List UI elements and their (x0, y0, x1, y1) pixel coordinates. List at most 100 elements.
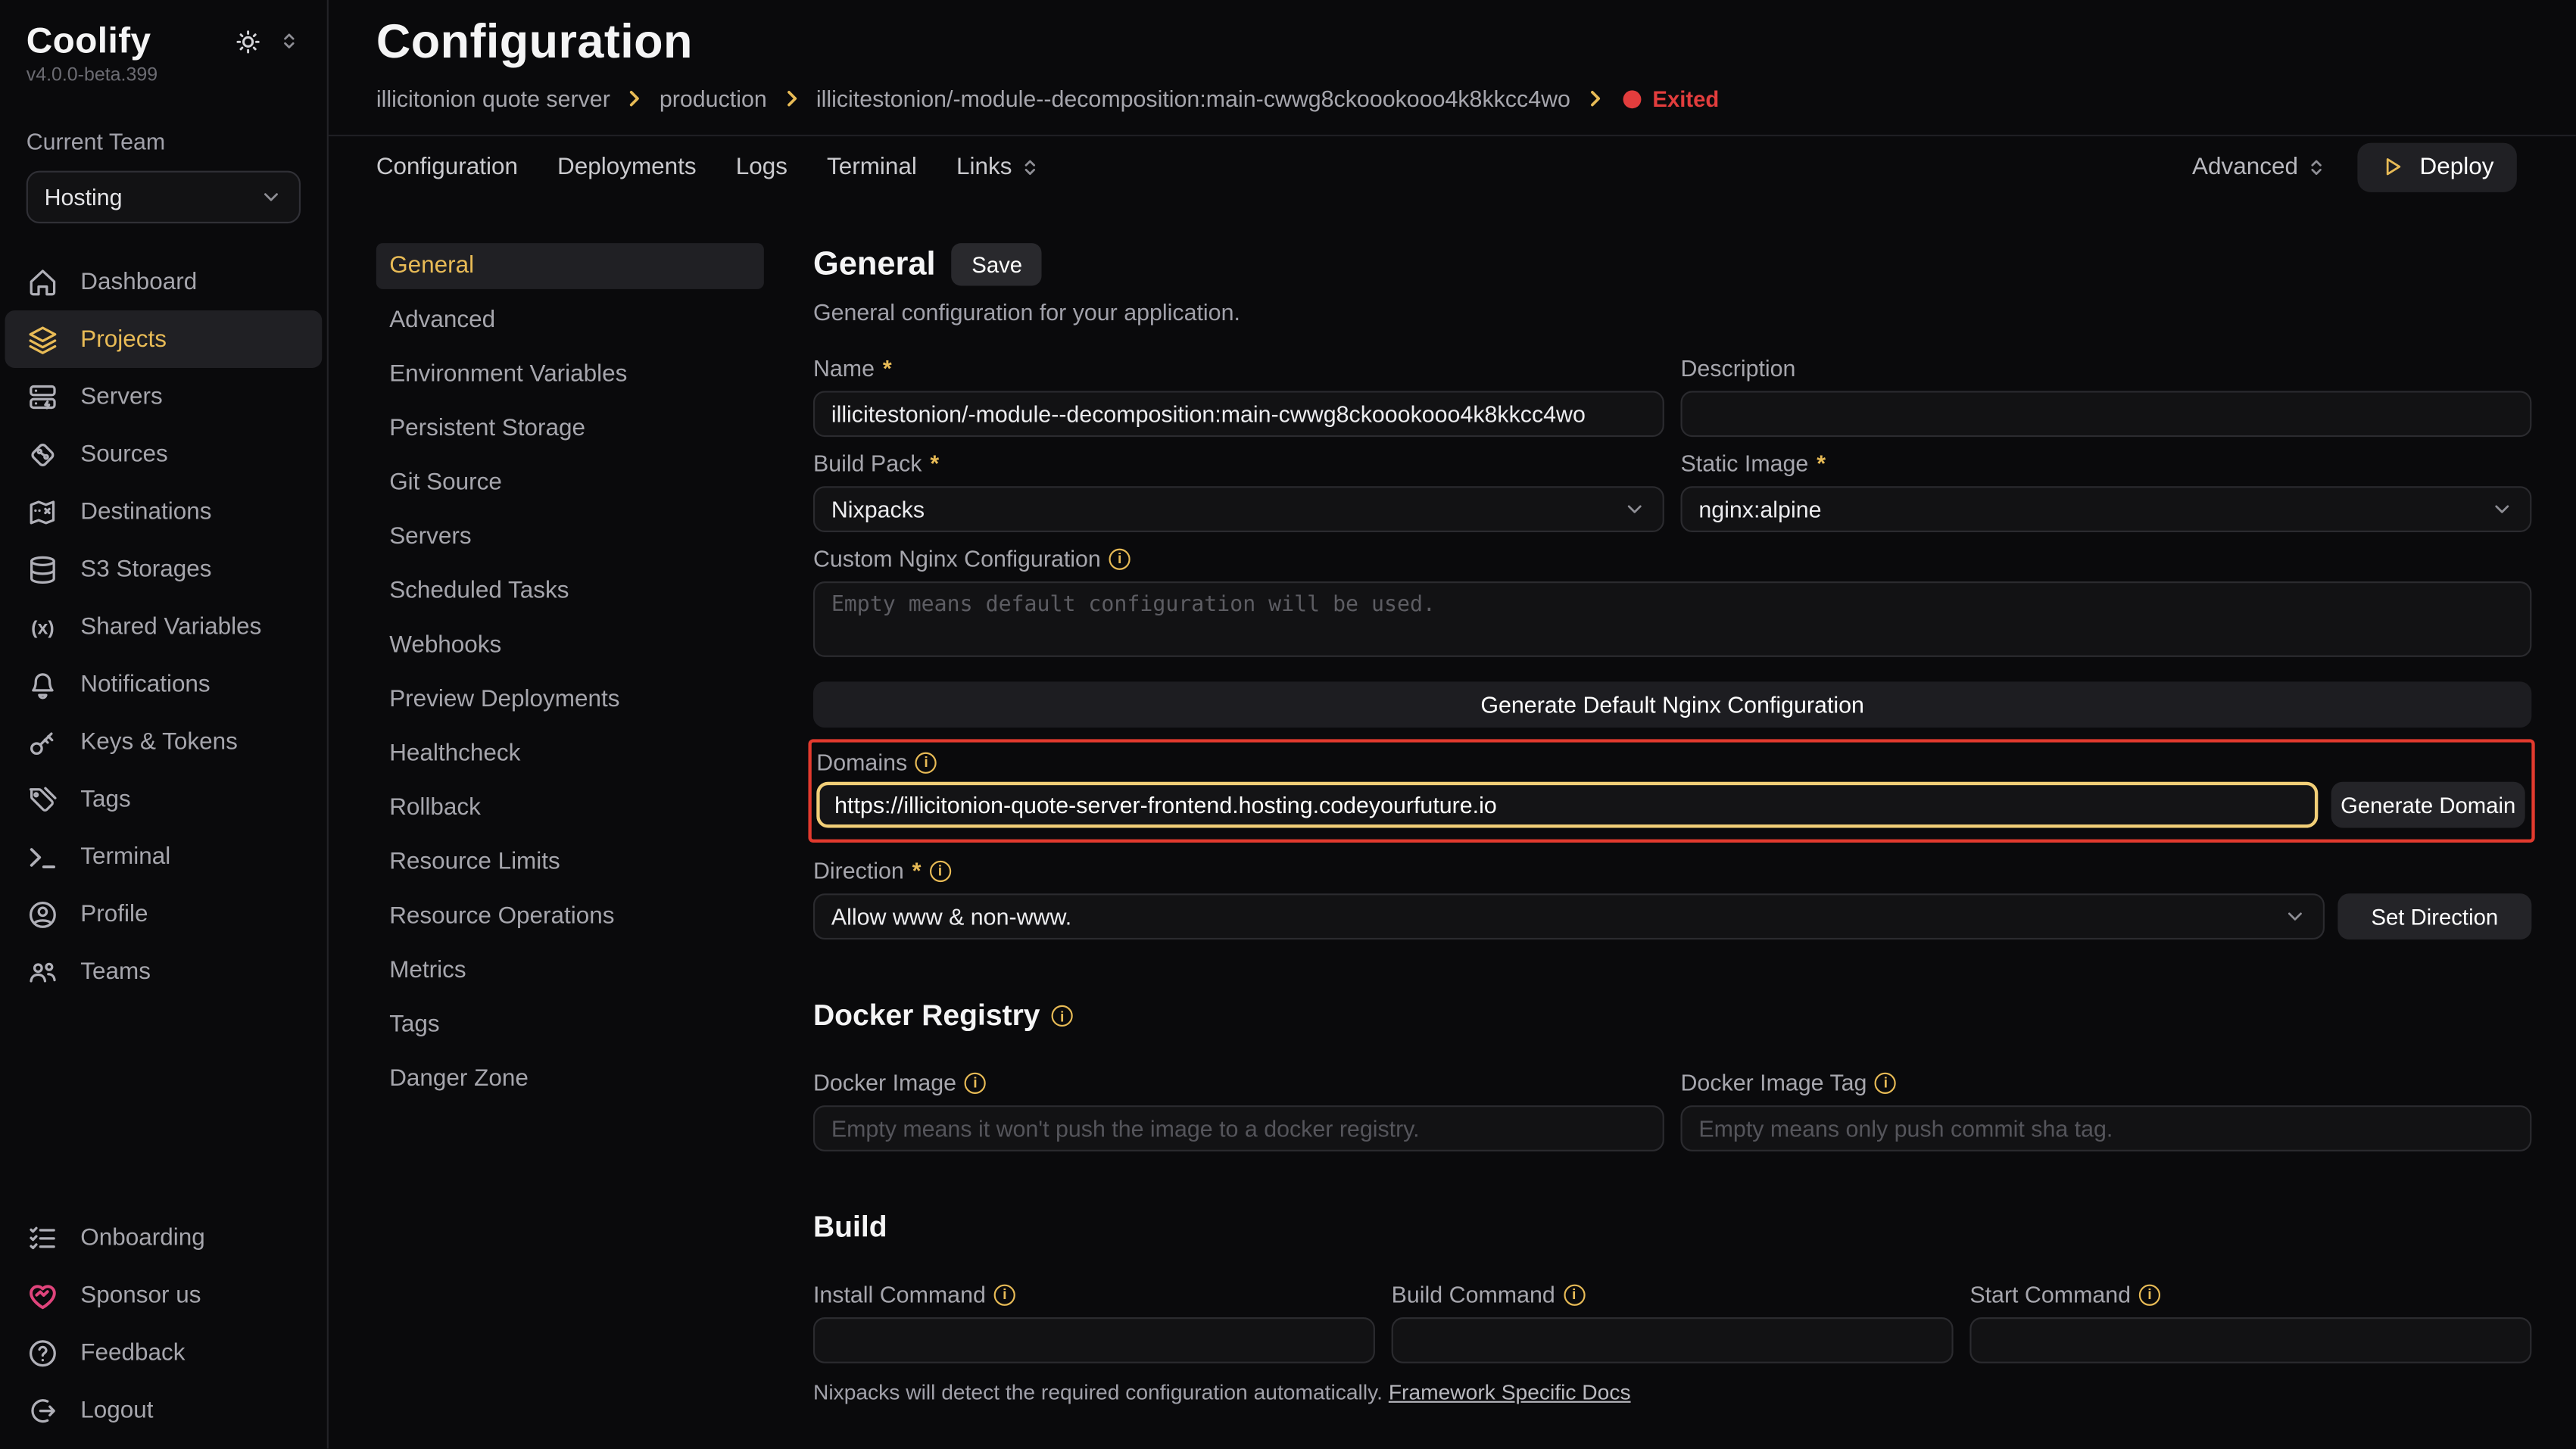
chevrons-up-down-icon[interactable] (278, 30, 301, 52)
sidebar-item-logout[interactable]: Logout (0, 1382, 327, 1439)
sidebar-item-label: Sources (80, 441, 167, 468)
sidebar-item-dashboard[interactable]: Dashboard (0, 253, 327, 310)
build-pack-select[interactable]: Nixpacks (813, 486, 1664, 532)
docker-image-label: Docker Image (813, 1069, 956, 1095)
config-nav-resource-limits[interactable]: Resource Limits (376, 840, 764, 886)
static-image-label: Static Image (1681, 450, 1809, 476)
sidebar-item-label: Logout (80, 1397, 153, 1423)
sidebar-item-notifications[interactable]: Notifications (0, 656, 327, 713)
map-icon (27, 495, 59, 528)
advanced-dropdown[interactable]: Advanced (2192, 154, 2328, 180)
sidebar-item-label: S3 Storages (80, 556, 211, 582)
sidebar-item-sources[interactable]: Sources (0, 425, 327, 483)
config-nav-healthcheck[interactable]: Healthcheck (376, 731, 764, 777)
general-form: General Save General configuration for y… (813, 243, 2531, 1448)
info-icon[interactable] (994, 1284, 1015, 1305)
tag-icon (27, 783, 59, 815)
deploy-button[interactable]: Deploy (2357, 142, 2517, 192)
save-button[interactable]: Save (952, 243, 1042, 285)
sidebar-item-shared-variables[interactable]: (x) Shared Variables (0, 598, 327, 656)
tab-links[interactable]: Links (956, 154, 1042, 180)
sidebar-item-projects[interactable]: Projects (5, 310, 323, 368)
sidebar-item-keys-tokens[interactable]: Keys & Tokens (0, 713, 327, 771)
config-nav-preview-deployments[interactable]: Preview Deployments (376, 677, 764, 723)
direction-label: Direction (813, 858, 904, 884)
info-icon[interactable] (1109, 548, 1131, 569)
team-select[interactable]: Hosting (27, 171, 301, 223)
breadcrumb: illicitonion quote server production ill… (376, 86, 2517, 135)
tab-configuration[interactable]: Configuration (376, 154, 518, 180)
sidebar-item-destinations[interactable]: Destinations (0, 483, 327, 541)
sidebar-item-feedback[interactable]: Feedback (0, 1324, 327, 1382)
direction-select[interactable]: Allow www & non-www. (813, 893, 2325, 940)
build-command-label: Build Command (1392, 1281, 1555, 1307)
info-icon[interactable] (1052, 1005, 1073, 1027)
required-marker: * (883, 355, 892, 382)
config-nav-general[interactable]: General (376, 243, 764, 289)
info-icon[interactable] (965, 1072, 986, 1093)
chevron-down-icon (260, 185, 282, 208)
main-area: Configuration illicitonion quote server … (329, 0, 2576, 1449)
config-nav-persistent-storage[interactable]: Persistent Storage (376, 406, 764, 452)
sidebar-item-s3-storages[interactable]: S3 Storages (0, 541, 327, 598)
config-nav-scheduled-tasks[interactable]: Scheduled Tasks (376, 569, 764, 615)
config-nav-advanced[interactable]: Advanced (376, 298, 764, 344)
build-command-input[interactable] (1392, 1317, 1954, 1363)
framework-docs-link[interactable]: Framework Specific Docs (1389, 1379, 1631, 1404)
sidebar-item-servers[interactable]: Servers (0, 368, 327, 425)
tab-logs[interactable]: Logs (736, 154, 787, 180)
install-command-input[interactable] (813, 1317, 1375, 1363)
config-nav-danger-zone[interactable]: Danger Zone (376, 1056, 764, 1102)
current-team-label: Current Team (0, 128, 327, 154)
logout-icon (27, 1394, 59, 1426)
user-circle-icon (27, 898, 59, 930)
info-icon[interactable] (915, 752, 937, 773)
info-icon[interactable] (2139, 1284, 2160, 1305)
domains-input[interactable] (816, 782, 2318, 828)
sidebar-item-tags[interactable]: Tags (0, 771, 327, 828)
breadcrumb-project[interactable]: illicitonion quote server (376, 86, 610, 112)
config-nav-environment-variables[interactable]: Environment Variables (376, 351, 764, 397)
info-icon[interactable] (1875, 1072, 1896, 1093)
config-nav-git-source[interactable]: Git Source (376, 460, 764, 506)
config-nav-resource-operations[interactable]: Resource Operations (376, 893, 764, 940)
domains-highlight-box: Domains Generate Domain (808, 739, 2534, 843)
database-icon (27, 553, 59, 585)
name-input[interactable] (813, 391, 1664, 437)
set-direction-button[interactable]: Set Direction (2337, 893, 2531, 940)
sidebar-item-profile[interactable]: Profile (0, 885, 327, 943)
sidebar-item-teams[interactable]: Teams (0, 943, 327, 1000)
deploy-label: Deploy (2420, 154, 2494, 180)
start-command-input[interactable] (1969, 1317, 2531, 1363)
docker-image-input[interactable] (813, 1105, 1664, 1151)
config-nav-tags[interactable]: Tags (376, 1002, 764, 1048)
generate-nginx-button[interactable]: Generate Default Nginx Configuration (813, 681, 2531, 728)
config-nav-webhooks[interactable]: Webhooks (376, 622, 764, 668)
sidebar-item-sponsor-us[interactable]: Sponsor us (0, 1267, 327, 1324)
breadcrumb-environment[interactable]: production (660, 86, 767, 112)
nixpacks-note: Nixpacks will detect the required config… (813, 1379, 2531, 1404)
generate-domain-button[interactable]: Generate Domain (2331, 782, 2525, 828)
config-nav-servers[interactable]: Servers (376, 514, 764, 560)
description-input[interactable] (1681, 391, 2532, 437)
sidebar-item-terminal[interactable]: Terminal (0, 827, 327, 885)
tab-links-label: Links (956, 154, 1012, 180)
status-dot-icon (1623, 89, 1641, 108)
variable-icon: (x) (27, 610, 59, 643)
home-icon (27, 265, 59, 298)
svg-text:(x): (x) (31, 616, 54, 637)
config-nav-metrics[interactable]: Metrics (376, 948, 764, 994)
nginx-config-textarea[interactable] (813, 581, 2531, 657)
docker-image-tag-input[interactable] (1681, 1105, 2532, 1151)
sidebar-footer-nav: Onboarding Sponsor us Feedback Logout (0, 1209, 327, 1449)
tab-terminal[interactable]: Terminal (827, 154, 917, 180)
info-icon[interactable] (1564, 1284, 1585, 1305)
config-nav-rollback[interactable]: Rollback (376, 785, 764, 831)
static-image-select[interactable]: nginx:alpine (1681, 486, 2532, 532)
info-icon[interactable] (929, 860, 950, 881)
tab-deployments[interactable]: Deployments (557, 154, 697, 180)
sidebar-item-onboarding[interactable]: Onboarding (0, 1209, 327, 1267)
breadcrumb-application[interactable]: illicitestonion/-module--decomposition:m… (816, 86, 1570, 112)
theme-sun-icon[interactable] (232, 27, 264, 55)
build-pack-value: Nixpacks (831, 496, 925, 522)
